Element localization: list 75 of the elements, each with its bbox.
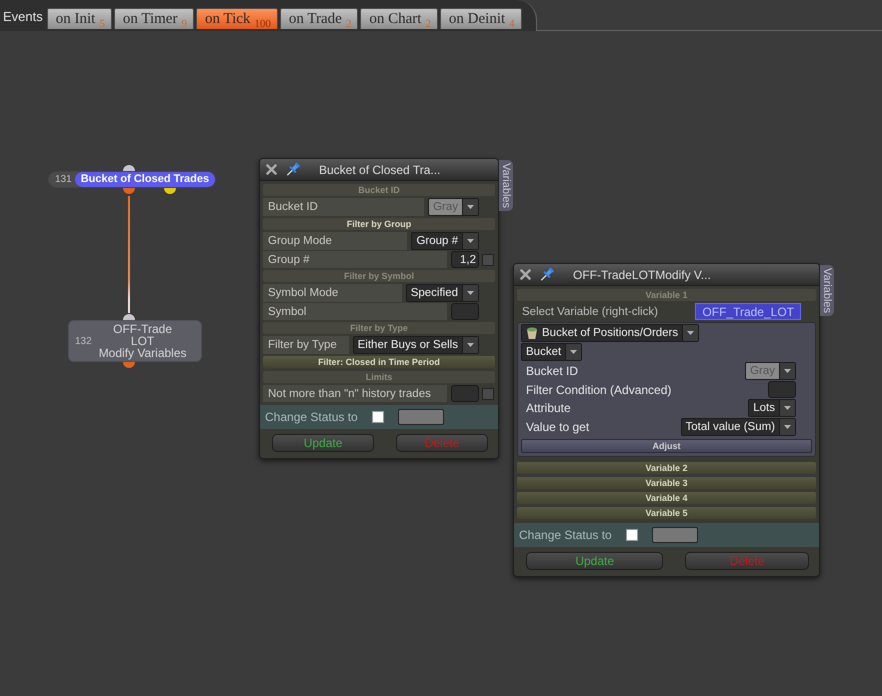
field-label: Symbol Mode <box>263 284 402 302</box>
field-label: Symbol <box>263 303 447 320</box>
dropdown[interactable]: Either Buys or Sells <box>352 336 479 354</box>
status-color-field[interactable] <box>398 409 444 425</box>
field-label: Bucket ID <box>263 198 424 216</box>
output-pin-icon[interactable] <box>123 362 135 368</box>
input-field[interactable] <box>768 381 796 398</box>
node-number: 131 <box>54 174 72 185</box>
close-icon[interactable] <box>266 164 277 175</box>
event-tab[interactable]: on Init 5 <box>46 8 112 29</box>
caret-down-icon <box>467 291 474 295</box>
checkbox[interactable] <box>482 388 494 400</box>
status-label: Change Status to <box>519 528 612 542</box>
dropdown[interactable]: Bucket of Positions/Orders <box>521 324 700 342</box>
caret-down-icon <box>467 343 474 347</box>
dropdown[interactable]: Specified <box>406 284 479 302</box>
field-label: Filter by Type <box>263 336 349 354</box>
status-color-field[interactable] <box>652 527 698 543</box>
caret-down-icon <box>784 406 791 410</box>
checkbox[interactable] <box>626 529 638 541</box>
update-button[interactable]: Update <box>272 434 374 452</box>
panel-title: OFF-TradeLOTModify V... <box>573 268 711 282</box>
caret-down-icon <box>687 331 694 335</box>
input-field[interactable] <box>451 385 479 402</box>
field-label: Filter Condition (Advanced) <box>525 382 672 398</box>
dropdown[interactable]: Lots <box>748 399 796 417</box>
section-header[interactable]: Filter by Group <box>263 218 495 230</box>
caret-down-icon <box>467 239 474 243</box>
dropdown[interactable]: Group # <box>411 232 479 250</box>
close-icon[interactable] <box>520 269 531 280</box>
event-tab[interactable]: on Trade 2 <box>280 8 358 29</box>
flow-node[interactable]: 132 OFF-Trade LOT Modify Variables <box>68 320 202 362</box>
caret-down-icon <box>467 205 474 209</box>
field-label: Select Variable (right-click) <box>521 304 659 320</box>
input-field[interactable] <box>451 303 479 320</box>
panel-title: Bucket of Closed Tra... <box>319 162 440 176</box>
caret-down-icon <box>784 369 791 373</box>
input-pin-icon[interactable] <box>123 313 135 320</box>
field-label: Value to get <box>525 419 590 436</box>
update-button[interactable]: Update <box>526 552 664 570</box>
node-title: Bucket of Closed Trades <box>74 172 216 187</box>
output-pin-icon[interactable] <box>123 188 135 194</box>
side-tab[interactable]: Variables <box>499 160 513 212</box>
section-header[interactable]: Variable 2 <box>517 462 816 474</box>
node-number: 132 <box>74 336 92 346</box>
field-label: Group # <box>263 251 447 268</box>
bucket-icon <box>526 327 538 339</box>
checkbox[interactable] <box>482 254 494 266</box>
field-label: Not more than "n" history trades <box>263 385 447 402</box>
checkbox[interactable] <box>372 411 384 423</box>
event-tab[interactable]: on Deinit 4 <box>440 8 522 29</box>
dropdown[interactable]: Bucket <box>521 343 582 361</box>
status-label: Change Status to <box>265 410 358 424</box>
event-tab[interactable]: on Chart 2 <box>360 8 438 29</box>
adjust-button[interactable]: Adjust <box>521 439 812 453</box>
events-label: Events <box>3 8 43 24</box>
caret-down-icon <box>784 425 791 429</box>
output-pin-icon[interactable] <box>164 188 176 194</box>
section-header[interactable]: Variable 4 <box>517 492 816 504</box>
section-header[interactable]: Variable 5 <box>517 507 816 519</box>
caret-down-icon <box>570 350 578 354</box>
input-field[interactable]: 1,2 <box>451 251 479 268</box>
event-tab[interactable]: on Timer 9 <box>114 8 194 29</box>
variable-selector[interactable]: OFF_Trade_LOT <box>695 303 801 320</box>
node-title: OFF-Trade LOT Modify Variables <box>98 323 188 359</box>
field-label: Bucket ID <box>525 363 580 380</box>
input-pin-icon[interactable] <box>123 164 135 171</box>
section-header[interactable]: Filter: Closed in Time Period <box>263 356 495 368</box>
section-header[interactable]: Variable 3 <box>517 477 816 489</box>
field-label: Group Mode <box>263 232 408 250</box>
dropdown[interactable]: Total value (Sum) <box>680 418 796 436</box>
event-tab[interactable]: on Tick 100 <box>196 8 278 29</box>
flow-node[interactable]: 131 Bucket of Closed Trades <box>48 171 216 188</box>
field-label: Attribute <box>525 400 572 417</box>
side-tab[interactable]: Variables <box>820 265 834 316</box>
